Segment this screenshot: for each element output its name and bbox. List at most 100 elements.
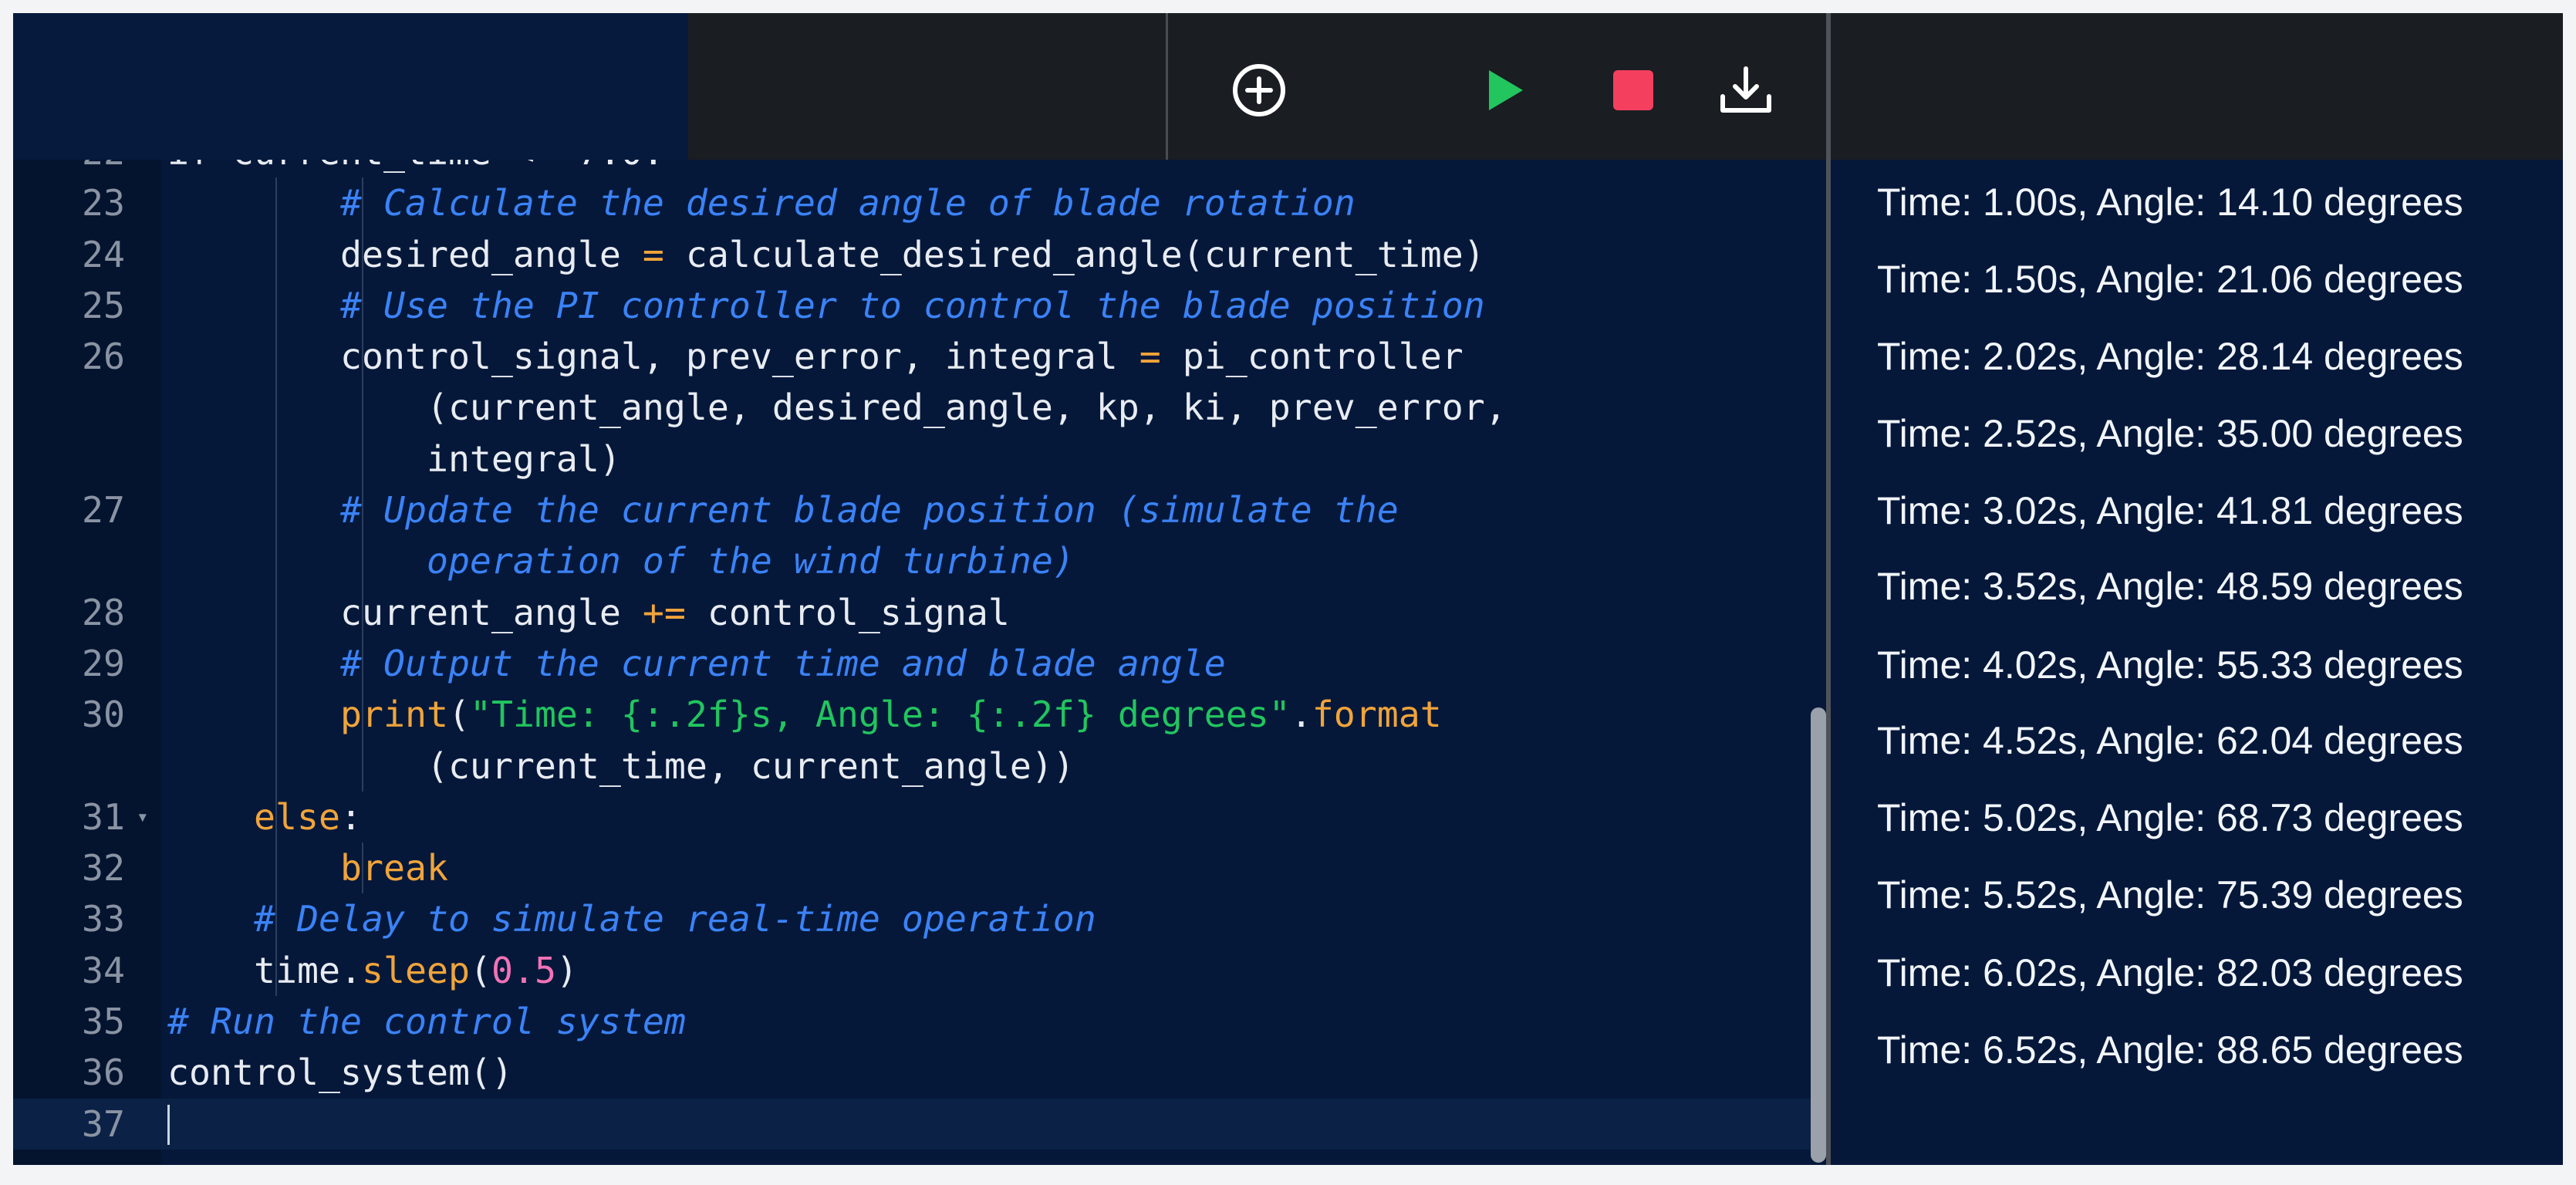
- line-number: 26: [82, 336, 125, 378]
- code-token: # Output the current time and blade angl…: [167, 642, 1226, 684]
- line-number: 25: [82, 284, 125, 326]
- code-token: else: [253, 795, 340, 838]
- code-token: time.: [167, 949, 362, 991]
- download-button[interactable]: [1709, 53, 1783, 127]
- output-line: Time: 6.02s, Angle: 82.03 degrees: [1877, 950, 2463, 994]
- line-number: 23: [82, 182, 125, 225]
- code-token: # Calculate the desired angle of blade r…: [167, 182, 1356, 225]
- line-number: 28: [82, 591, 125, 633]
- line-number: 29: [82, 642, 125, 684]
- code-token: print: [339, 694, 448, 736]
- code-line[interactable]: (current_time, current_angle)): [13, 740, 1811, 792]
- add-button[interactable]: [1222, 53, 1296, 127]
- code-token: control_signal: [685, 591, 1010, 633]
- code-editor[interactable]: 22 if current_time <= 7.0: 23 # Calculate …: [13, 160, 1826, 1165]
- toolbar: [13, 13, 2563, 160]
- code-line[interactable]: operation of the wind turbine): [13, 535, 1811, 587]
- code-token: # Run the control system: [167, 1001, 686, 1043]
- code-text: # Calculate the desired angle of blade r…: [167, 177, 1356, 228]
- code-token: calculate_desired_angle(current_time): [663, 233, 1485, 275]
- line-number: 31: [82, 795, 125, 838]
- output-line: Time: 2.52s, Angle: 35.00 degrees: [1877, 411, 2463, 455]
- code-text: current_angle += control_signal: [167, 587, 1010, 638]
- code-text: break: [167, 842, 448, 893]
- output-line: Time: 4.02s, Angle: 55.33 degrees: [1877, 643, 2463, 687]
- code-text: (current_time, current_angle)): [167, 741, 1075, 792]
- code-text: # Output the current time and blade angl…: [167, 638, 1226, 689]
- code-token: .: [1290, 694, 1312, 736]
- code-token: =: [1139, 336, 1161, 378]
- code-token: format: [1312, 694, 1442, 736]
- code-token: break: [339, 847, 448, 890]
- line-number: 30: [82, 694, 125, 736]
- output-line: Time: 3.02s, Angle: 41.81 degrees: [1877, 489, 2463, 532]
- code-line[interactable]: integral): [13, 433, 1811, 485]
- code-token: current_angle: [167, 591, 643, 633]
- code-text: print("Time: {:.2f}s, Angle: {:.2f} degr…: [167, 689, 1442, 740]
- code-text: integral): [167, 434, 621, 484]
- code-line[interactable]: 33 # Delay to simulate real-time operati…: [13, 893, 1811, 945]
- code-line[interactable]: 25 # Use the PI controller to control th…: [13, 279, 1811, 332]
- toolbar-separator: [1166, 13, 1168, 160]
- code-line[interactable]: 34 time.sleep(0.5): [13, 944, 1811, 997]
- line-number: 22: [13, 160, 125, 177]
- code-token: (: [469, 949, 491, 991]
- code-line[interactable]: (current_angle, desired_angle, kp, ki, p…: [13, 382, 1811, 434]
- stop-button[interactable]: [1596, 53, 1670, 127]
- code-token: if current_time <= 7.0:: [167, 160, 664, 173]
- code-line[interactable]: 35 # Run the control system: [13, 996, 1811, 1047]
- code-token: (current_time, current_angle)): [167, 744, 1075, 787]
- code-token: operation of the wind turbine): [167, 540, 1075, 582]
- code-runner-window: 22 if current_time <= 7.0: 23 # Calculate …: [13, 13, 2563, 1165]
- fold-chevron-icon[interactable]: ▾: [137, 792, 149, 842]
- code-lines: 22 if current_time <= 7.0: 23 # Calculate …: [13, 160, 1811, 1150]
- run-button[interactable]: [1467, 53, 1541, 127]
- code-token: sleep: [361, 949, 470, 991]
- code-token: control_system(): [167, 1052, 513, 1094]
- code-text: # Use the PI controller to control the b…: [167, 280, 1485, 331]
- output-line: Time: 5.52s, Angle: 75.39 degrees: [1877, 873, 2463, 917]
- output-panel: Time: 1.00s, Angle: 14.10 degrees Time: 1…: [1831, 160, 2563, 1165]
- code-text: else:: [167, 792, 362, 842]
- code-token: # Update the current blade position (sim…: [167, 489, 1399, 532]
- code-token: # Use the PI controller to control the b…: [167, 284, 1485, 326]
- code-text: (current_angle, desired_angle, kp, ki, p…: [167, 382, 1507, 433]
- code-line[interactable]: 26 control_signal, prev_error, integral …: [13, 331, 1811, 383]
- code-token: desired_angle: [167, 233, 643, 275]
- play-icon: [1489, 70, 1523, 110]
- output-line: Time: 1.50s, Angle: 21.06 degrees: [1877, 257, 2463, 301]
- code-line[interactable]: 23 # Calculate the desired angle of blad…: [13, 177, 1811, 229]
- editor-scrollbar[interactable]: [1811, 707, 1826, 1163]
- code-text: # Run the control system: [167, 996, 686, 1047]
- code-line[interactable]: 24 desired_angle = calculate_desired_ang…: [13, 228, 1811, 280]
- code-token: pi_controller: [1160, 336, 1464, 378]
- code-token: (: [447, 694, 470, 736]
- code-line[interactable]: 32 break: [13, 842, 1811, 894]
- code-line[interactable]: 27 # Update the current blade position (…: [13, 484, 1811, 536]
- code-text: operation of the wind turbine): [167, 535, 1075, 586]
- line-number: 37: [82, 1102, 125, 1145]
- stop-icon: [1613, 70, 1653, 110]
- code-line[interactable]: 30 print("Time: {:.2f}s, Angle: {:.2f} d…: [13, 689, 1811, 741]
- code-token: # Delay to simulate real-time operation: [167, 898, 1096, 940]
- code-text: control_signal, prev_error, integral = p…: [167, 331, 1464, 382]
- code-token: (current_angle, desired_angle, kp, ki, p…: [167, 387, 1507, 429]
- text-cursor: [167, 1104, 170, 1145]
- code-line[interactable]: 22 if current_time <= 7.0:: [13, 160, 1811, 177]
- download-icon: [1720, 66, 1771, 113]
- code-line[interactable]: 31 ▾ else:: [13, 791, 1811, 843]
- code-token: "Time: {:.2f}s, Angle: {:.2f} degrees": [469, 694, 1291, 736]
- code-token: control_signal, prev_error, integral: [167, 336, 1139, 378]
- line-number: 33: [82, 898, 125, 940]
- line-number: 24: [82, 233, 125, 275]
- code-line[interactable]: 28 current_angle += control_signal: [13, 586, 1811, 638]
- output-line: Time: 2.02s, Angle: 28.14 degrees: [1877, 334, 2463, 378]
- code-line[interactable]: 36 control_system(): [13, 1047, 1811, 1098]
- code-line[interactable]: 37: [13, 1098, 1811, 1150]
- output-line: Time: 1.00s, Angle: 14.10 degrees: [1877, 180, 2463, 224]
- code-line[interactable]: 29 # Output the current time and blade a…: [13, 637, 1811, 690]
- line-number: 27: [82, 489, 125, 532]
